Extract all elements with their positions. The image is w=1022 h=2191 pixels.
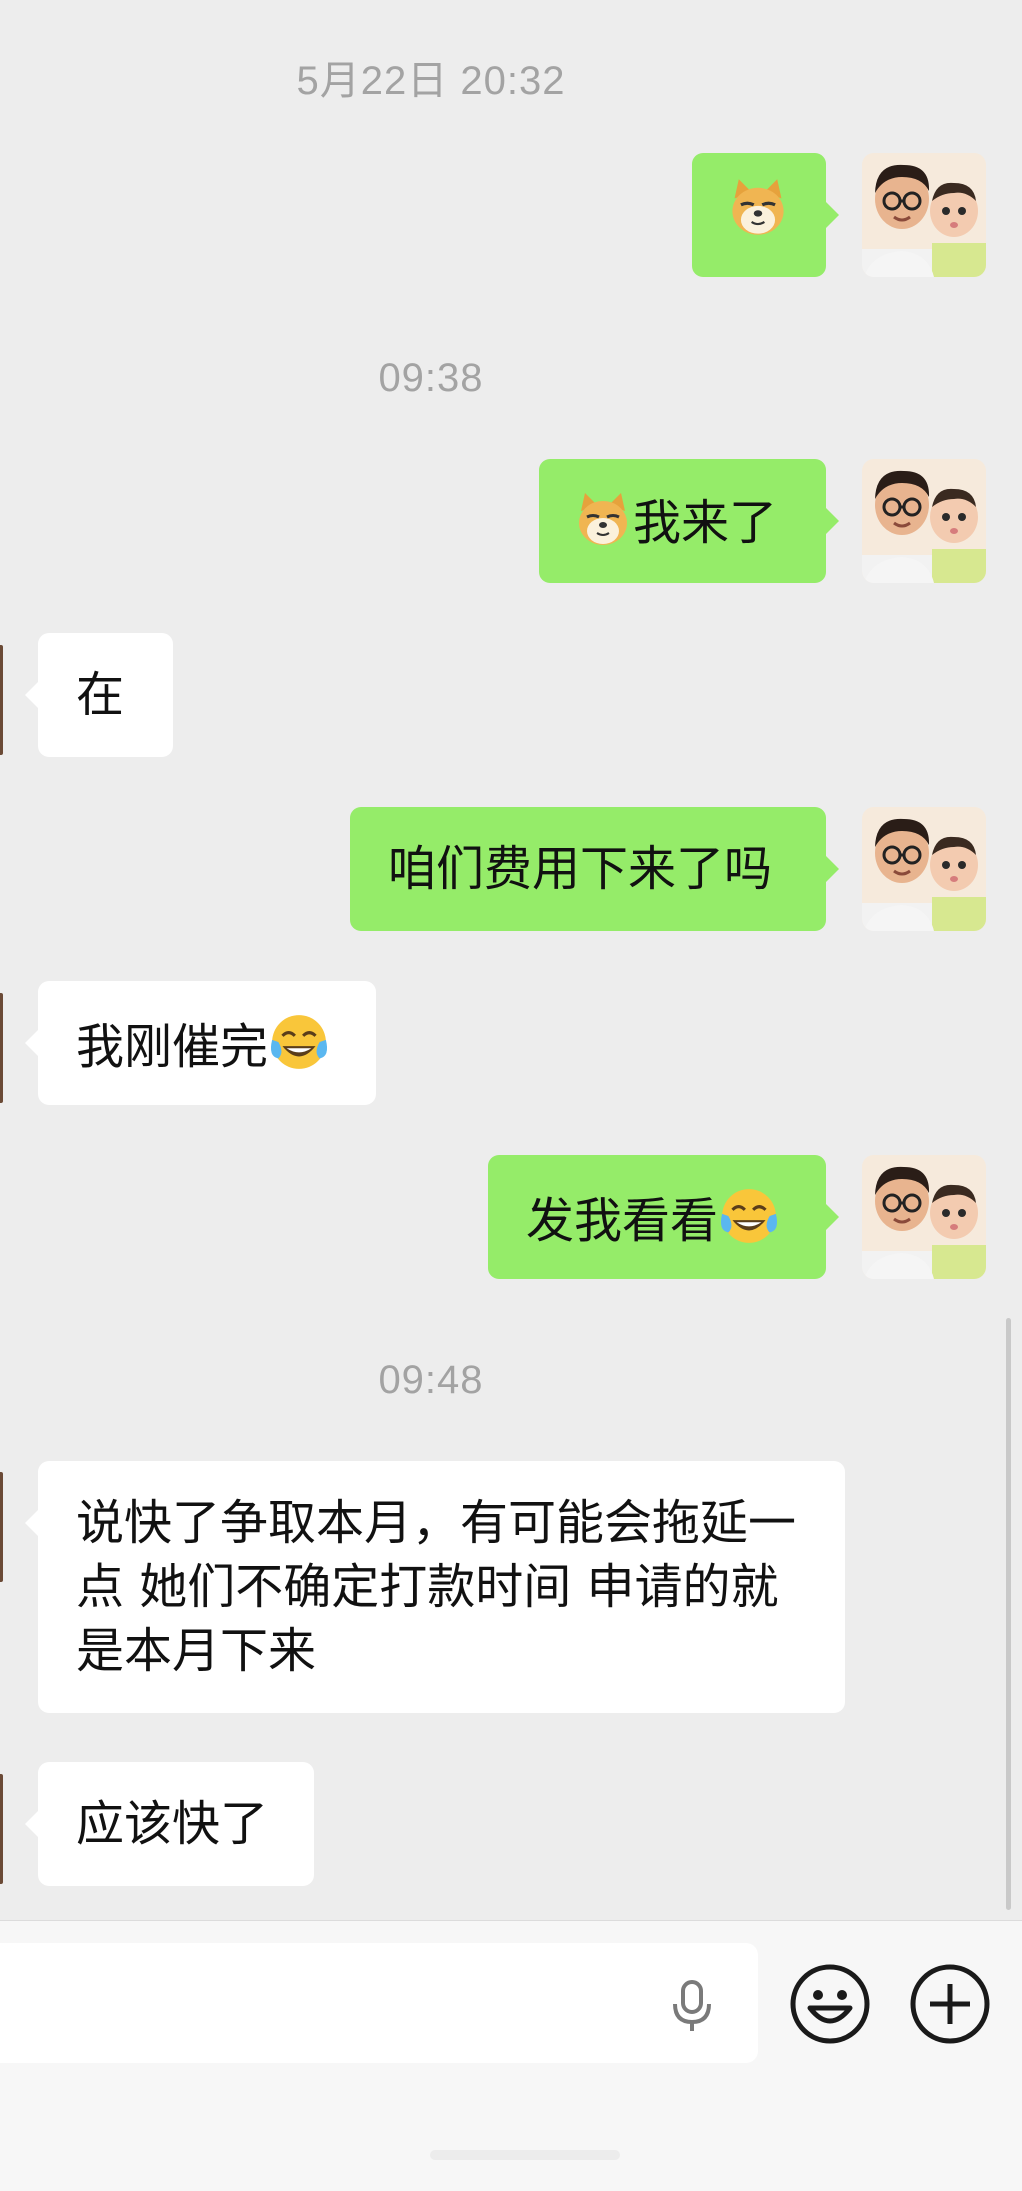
doge-emoji bbox=[726, 175, 790, 239]
timestamp: 09:38 bbox=[378, 356, 484, 400]
message-text: 说快了争取本月，有可能会拖延一点 她们不确定打款时间 申请的就是本月下来 bbox=[76, 1495, 797, 1679]
message-text: 我刚催完 bbox=[76, 1019, 269, 1075]
message-bubble-outgoing[interactable]: 我来了 bbox=[539, 459, 839, 583]
tears-of-joy-emoji bbox=[268, 1011, 330, 1073]
timestamp: 5月22日 20:32 bbox=[296, 59, 566, 103]
message-bubble-outgoing[interactable] bbox=[692, 153, 839, 277]
plus-icon[interactable] bbox=[908, 1962, 992, 2046]
message-text: 在 bbox=[76, 667, 125, 723]
message-text: 应该快了 bbox=[76, 1796, 269, 1852]
my-avatar[interactable] bbox=[862, 153, 986, 277]
microphone-icon[interactable] bbox=[666, 1978, 718, 2034]
my-avatar[interactable] bbox=[862, 807, 986, 931]
message-text: 发我看看 bbox=[526, 1193, 719, 1249]
contact-avatar[interactable] bbox=[0, 645, 3, 755]
message-bubble-incoming[interactable]: 说快了争取本月，有可能会拖延一点 她们不确定打款时间 申请的就是本月下来 bbox=[25, 1461, 845, 1713]
my-avatar[interactable] bbox=[862, 1155, 986, 1279]
home-indicator[interactable] bbox=[430, 2150, 620, 2160]
tears-of-joy-emoji bbox=[718, 1185, 780, 1247]
message-bubble-incoming[interactable]: 我刚催完 bbox=[25, 981, 376, 1105]
message-text: 我来了 bbox=[633, 495, 778, 551]
message-bubble-incoming[interactable]: 在 bbox=[25, 633, 173, 757]
message-bubble-outgoing[interactable]: 咱们费用下来了吗 bbox=[350, 807, 839, 931]
timestamp: 09:48 bbox=[378, 1358, 484, 1402]
emoji-face-icon[interactable] bbox=[788, 1962, 872, 2046]
message-text: 咱们费用下来了吗 bbox=[388, 841, 773, 897]
contact-avatar[interactable] bbox=[0, 1472, 3, 1582]
doge-emoji bbox=[573, 489, 633, 549]
contact-avatar[interactable] bbox=[0, 993, 3, 1103]
message-bubble-incoming[interactable]: 应该快了 bbox=[25, 1762, 314, 1886]
contact-avatar[interactable] bbox=[0, 1774, 3, 1884]
message-bubble-outgoing[interactable]: 发我看看 bbox=[488, 1155, 839, 1279]
my-avatar[interactable] bbox=[862, 459, 986, 583]
message-input[interactable] bbox=[0, 1943, 758, 2063]
scrollbar[interactable] bbox=[1006, 1318, 1011, 1910]
